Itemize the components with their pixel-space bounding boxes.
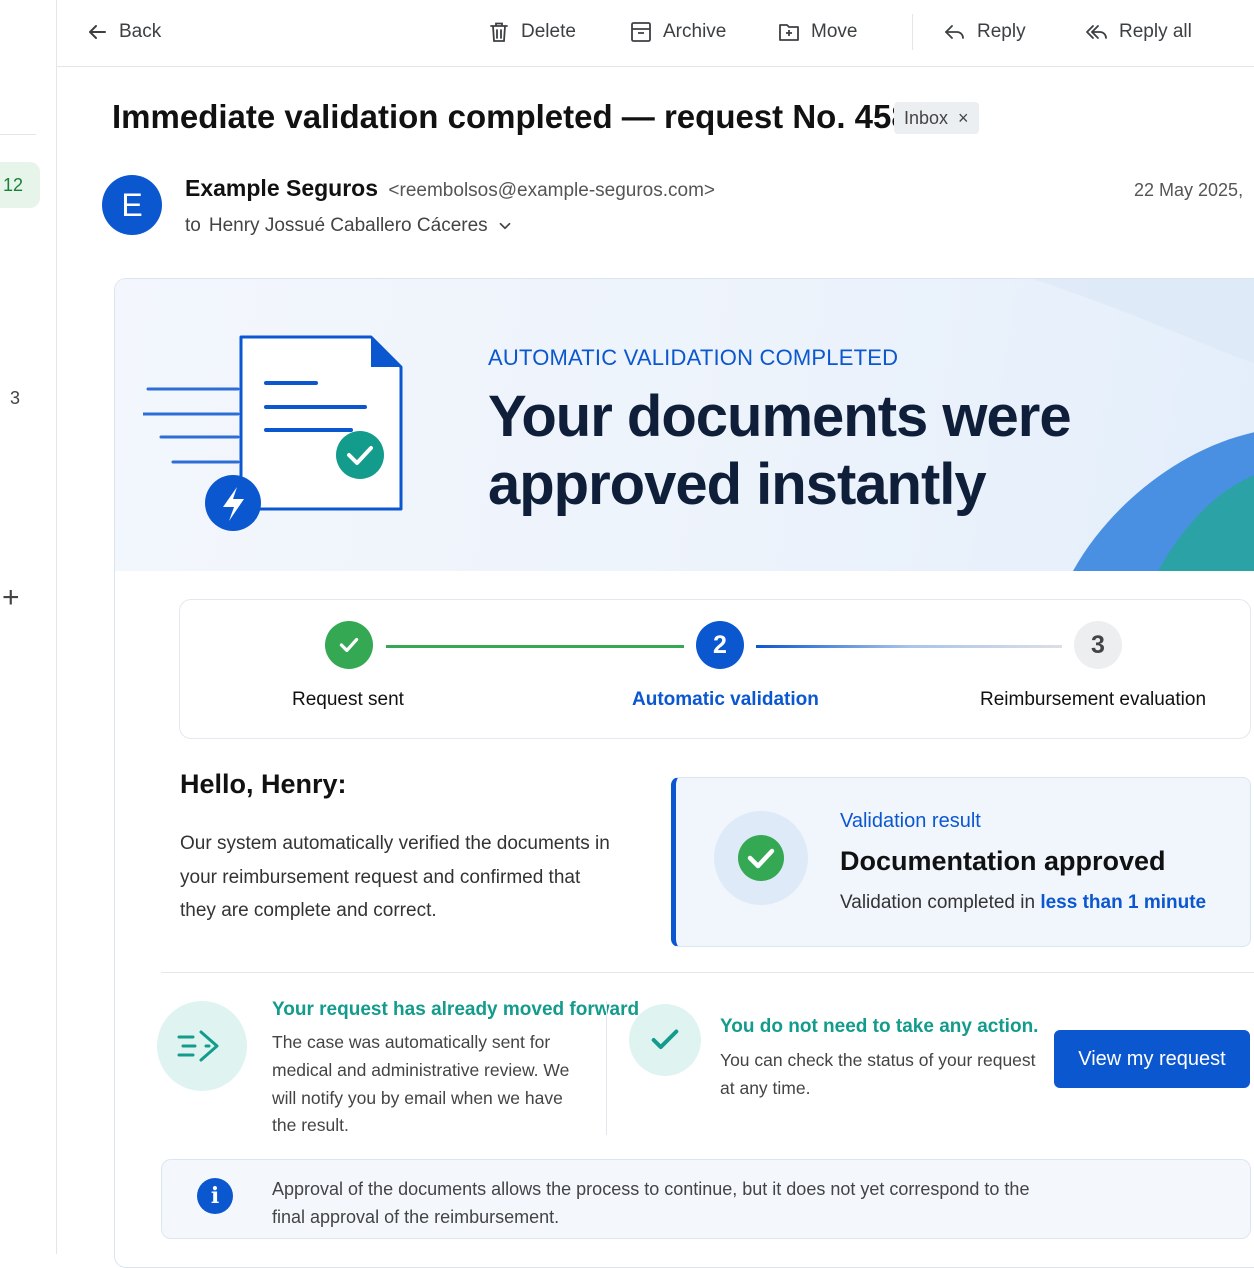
result-check-badge: [714, 811, 808, 905]
sidebar-count[interactable]: 3: [10, 388, 20, 409]
hero-eyebrow: AUTOMATIC VALIDATION COMPLETED: [488, 345, 899, 370]
reply-all-label: Reply all: [1119, 21, 1192, 42]
email-date: 22 May 2025,: [1134, 180, 1244, 200]
feature-moved-forward-text: The case was automatically sent for medi…: [272, 1032, 570, 1136]
view-my-request-button[interactable]: View my request: [1054, 1030, 1250, 1088]
sidebar-divider: [0, 134, 36, 135]
move-button[interactable]: Move: [777, 16, 857, 48]
chevron-down-icon[interactable]: [496, 217, 514, 235]
reply-label: Reply: [977, 21, 1026, 42]
checkmark-icon: [629, 1004, 701, 1076]
arrow-left-icon: [89, 25, 106, 39]
toolbar-separator: [912, 14, 913, 50]
check-circle-icon: [738, 835, 784, 881]
reply-button[interactable]: Reply: [943, 16, 1026, 48]
feature-divider: [606, 1001, 607, 1135]
step-3-label: Reimbursement evaluation: [980, 689, 1207, 710]
reply-all-icon: [1086, 25, 1107, 39]
result-title: Documentation approved: [840, 846, 1166, 876]
move-label: Move: [811, 21, 858, 42]
back-button[interactable]: Back: [85, 16, 161, 48]
hero-title: Your documents were approved instantly: [488, 384, 1072, 517]
reply-all-button[interactable]: Reply all: [1085, 16, 1192, 48]
archive-label: Archive: [663, 21, 727, 42]
document-approved-illustration: [143, 335, 403, 531]
step-3-number: 3: [1074, 621, 1122, 669]
step-connector-done: [386, 645, 684, 648]
reply-icon: [945, 25, 964, 39]
validation-result-box: Validation result Documentation approved…: [671, 777, 1251, 947]
result-desc-prefix: Validation completed in: [840, 892, 1041, 913]
forward-arrow-icon: [157, 1001, 247, 1091]
feature-no-action-title: You do not need to take any action.: [720, 1016, 1039, 1037]
greeting: Hello, Henry:: [180, 769, 347, 799]
to-prefix: to: [185, 215, 201, 236]
sender-email: <reembolsos@example-seguros.com>: [388, 180, 716, 201]
inbox-label-chip[interactable]: Inbox ×: [894, 102, 979, 134]
delete-label: Delete: [521, 21, 576, 42]
info-icon: i: [197, 1178, 233, 1214]
recipient-line[interactable]: to Henry Jossué Caballero Cáceres: [185, 215, 514, 237]
feature-no-action-text: You can check the status of your request…: [720, 1050, 1036, 1098]
result-description: Validation completed in less than 1 minu…: [840, 892, 1206, 914]
step-2-number: 2: [696, 621, 744, 669]
intro-paragraph: Our system automatically verified the do…: [180, 833, 610, 921]
step-1-check-icon: [325, 621, 373, 669]
step-1-label: Request sent: [292, 689, 404, 710]
progress-stepper: Request sent 2 Automatic validation 3 Re…: [179, 599, 1251, 739]
archive-button[interactable]: Archive: [629, 16, 726, 48]
folder-plus-icon: [779, 24, 799, 41]
remove-label-icon[interactable]: ×: [958, 108, 969, 129]
left-sidebar: 12 3 +: [0, 0, 57, 1254]
sender-avatar: E: [102, 175, 162, 235]
delete-button[interactable]: Delete: [487, 16, 576, 48]
hero-banner: AUTOMATIC VALIDATION COMPLETED Your docu…: [115, 279, 1254, 571]
result-label: Validation result: [840, 810, 981, 832]
recipient-name: Henry Jossué Caballero Cáceres: [208, 215, 488, 236]
section-divider: [161, 972, 1254, 973]
info-note: i Approval of the documents allows the p…: [161, 1159, 1251, 1239]
back-label: Back: [119, 21, 162, 42]
step-2-label: Automatic validation: [632, 689, 819, 710]
sender-line: Example Seguros <reembolsos@example-segu…: [185, 175, 715, 202]
email-subject: Immediate validation completed — request…: [112, 98, 947, 135]
step-connector-pending: [756, 645, 1062, 648]
email-body-card: AUTOMATIC VALIDATION COMPLETED Your docu…: [114, 278, 1254, 1268]
sidebar-add-button[interactable]: +: [2, 583, 20, 613]
archive-icon: [631, 22, 651, 42]
email-toolbar: Back Delete Archive Move Reply Reply all: [57, 0, 1254, 67]
inbox-label-text: Inbox: [904, 107, 949, 128]
info-note-text: Approval of the documents allows the pro…: [272, 1179, 1030, 1227]
sender-name: Example Seguros: [185, 175, 379, 201]
trash-icon: [490, 22, 508, 42]
sidebar-count-badge[interactable]: 12: [0, 162, 40, 208]
result-duration: less than 1 minute: [1040, 892, 1207, 913]
feature-moved-forward-title: Your request has already moved forward: [272, 999, 640, 1020]
